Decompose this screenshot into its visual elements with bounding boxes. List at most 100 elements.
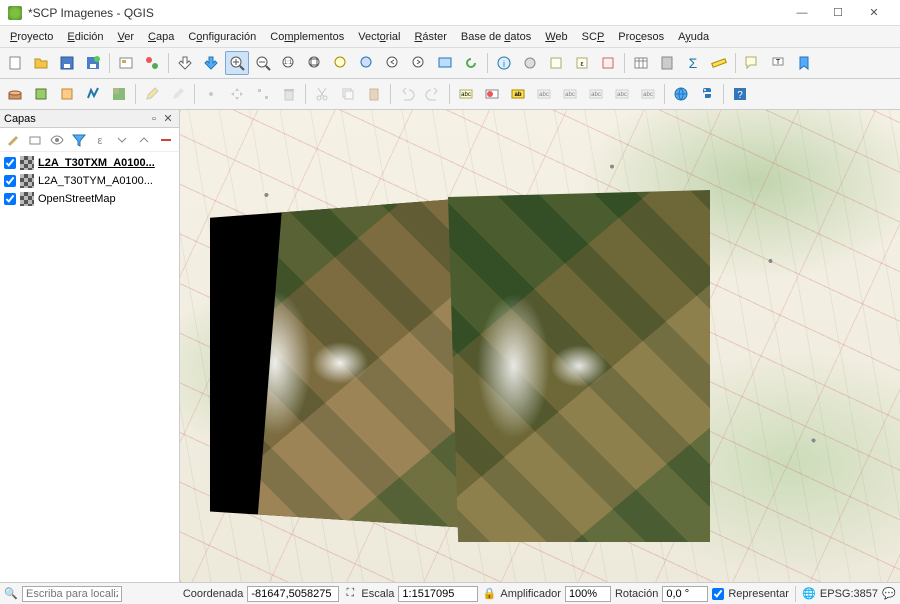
close-button[interactable]: ✕ [856,0,892,25]
minimize-button[interactable]: — [784,0,820,25]
menu-edicion[interactable]: Edición [61,29,109,45]
menu-base-de-datos[interactable]: Base de datos [455,29,537,45]
deselect-button[interactable] [596,51,620,75]
add-feature-button[interactable] [199,82,223,106]
node-tool-button[interactable] [251,82,275,106]
metasearch-button[interactable] [669,82,693,106]
maximize-button[interactable]: ☐ [820,0,856,25]
undo-button[interactable] [395,82,419,106]
filter-legend-button[interactable] [69,130,89,150]
new-shapefile-button[interactable] [55,82,79,106]
identify-button[interactable]: i [492,51,516,75]
menu-raster[interactable]: Ráster [408,29,452,45]
python-console-button[interactable] [695,82,719,106]
amp-input[interactable] [565,586,611,602]
diagram-button[interactable] [480,82,504,106]
zoom-last-button[interactable] [381,51,405,75]
locator-input[interactable] [22,586,122,602]
save-project-button[interactable] [55,51,79,75]
select-features-button[interactable] [544,51,568,75]
delete-selected-button[interactable] [277,82,301,106]
zoom-in-button[interactable] [225,51,249,75]
zoom-native-button[interactable]: 1:1 [277,51,301,75]
layer-visibility-checkbox[interactable] [4,175,16,187]
save-as-button[interactable] [81,51,105,75]
move-label-button[interactable]: abc [584,82,608,106]
filter-by-expression-button[interactable]: ε [91,130,111,150]
toggle-editing-button[interactable] [140,82,164,106]
collapse-all-button[interactable] [134,130,154,150]
save-edits-button[interactable] [166,82,190,106]
label-settings-button[interactable]: abc [454,82,478,106]
menu-scp[interactable]: SCP [576,29,611,45]
annotation-button[interactable]: T [766,51,790,75]
menu-ayuda[interactable]: Ayuda [672,29,715,45]
new-map-view-button[interactable] [433,51,457,75]
crs-label[interactable]: EPSG:3857 [820,588,878,600]
field-calculator-button[interactable] [655,51,679,75]
rotate-label-button[interactable]: abc [610,82,634,106]
menu-ver[interactable]: Ver [112,29,141,45]
menu-web[interactable]: Web [539,29,573,45]
help-button[interactable]: ? [728,82,752,106]
new-project-button[interactable] [3,51,27,75]
remove-layer-button[interactable] [156,130,176,150]
layer-item[interactable]: L2A_T30TXM_A0100... [0,154,179,172]
render-checkbox[interactable] [712,588,724,600]
layers-panel-header[interactable]: Capas ▫ ✕ [0,110,179,128]
zoom-selection-button[interactable] [329,51,353,75]
zoom-layer-button[interactable] [355,51,379,75]
open-project-button[interactable] [29,51,53,75]
menu-vectorial[interactable]: Vectorial [352,29,406,45]
messages-icon[interactable]: 💬 [882,587,896,601]
map-canvas[interactable] [180,110,900,582]
map-tips-button[interactable] [740,51,764,75]
extents-icon[interactable]: ⛶ [343,587,357,601]
manage-visibility-button[interactable] [47,130,67,150]
layout-manager-button[interactable] [114,51,138,75]
pan-button[interactable] [173,51,197,75]
add-group-button[interactable] [25,130,45,150]
measure-button[interactable] [707,51,731,75]
pan-to-selection-button[interactable] [199,51,223,75]
hide-labels-button[interactable]: abc [558,82,582,106]
layer-visibility-checkbox[interactable] [4,193,16,205]
menu-configuracion[interactable]: Configuración [182,29,262,45]
change-label-button[interactable]: abc [636,82,660,106]
expand-all-button[interactable] [112,130,132,150]
move-feature-button[interactable] [225,82,249,106]
menu-procesos[interactable]: Procesos [612,29,670,45]
zoom-next-button[interactable] [407,51,431,75]
coord-input[interactable] [247,586,339,602]
action-button[interactable] [518,51,542,75]
bookmarks-button[interactable] [792,51,816,75]
attribute-table-button[interactable] [629,51,653,75]
add-vector-button[interactable] [81,82,105,106]
layer-item[interactable]: OpenStreetMap [0,190,179,208]
rot-input[interactable] [662,586,708,602]
show-labels-button[interactable]: ab [506,82,530,106]
lock-scale-icon[interactable]: 🔒 [482,587,496,601]
data-source-manager-button[interactable] [3,82,27,106]
crs-icon[interactable]: 🌐 [802,587,816,601]
layer-style-button[interactable] [3,130,23,150]
layer-visibility-checkbox[interactable] [4,157,16,169]
pin-labels-button[interactable]: abc [532,82,556,106]
zoom-full-button[interactable] [303,51,327,75]
statistics-button[interactable]: Σ [681,51,705,75]
select-by-value-button[interactable]: ε [570,51,594,75]
menu-capa[interactable]: Capa [142,29,180,45]
refresh-button[interactable] [459,51,483,75]
new-geopackage-button[interactable] [29,82,53,106]
layer-item[interactable]: L2A_T30TYM_A0100... [0,172,179,190]
scale-input[interactable] [398,586,478,602]
cut-button[interactable] [310,82,334,106]
menu-complementos[interactable]: Complementos [264,29,350,45]
close-panel-icon[interactable]: ✕ [161,112,175,126]
add-raster-button[interactable] [107,82,131,106]
menu-proyecto[interactable]: Proyecto [4,29,59,45]
undock-icon[interactable]: ▫ [147,112,161,126]
copy-button[interactable] [336,82,360,106]
paste-button[interactable] [362,82,386,106]
redo-button[interactable] [421,82,445,106]
